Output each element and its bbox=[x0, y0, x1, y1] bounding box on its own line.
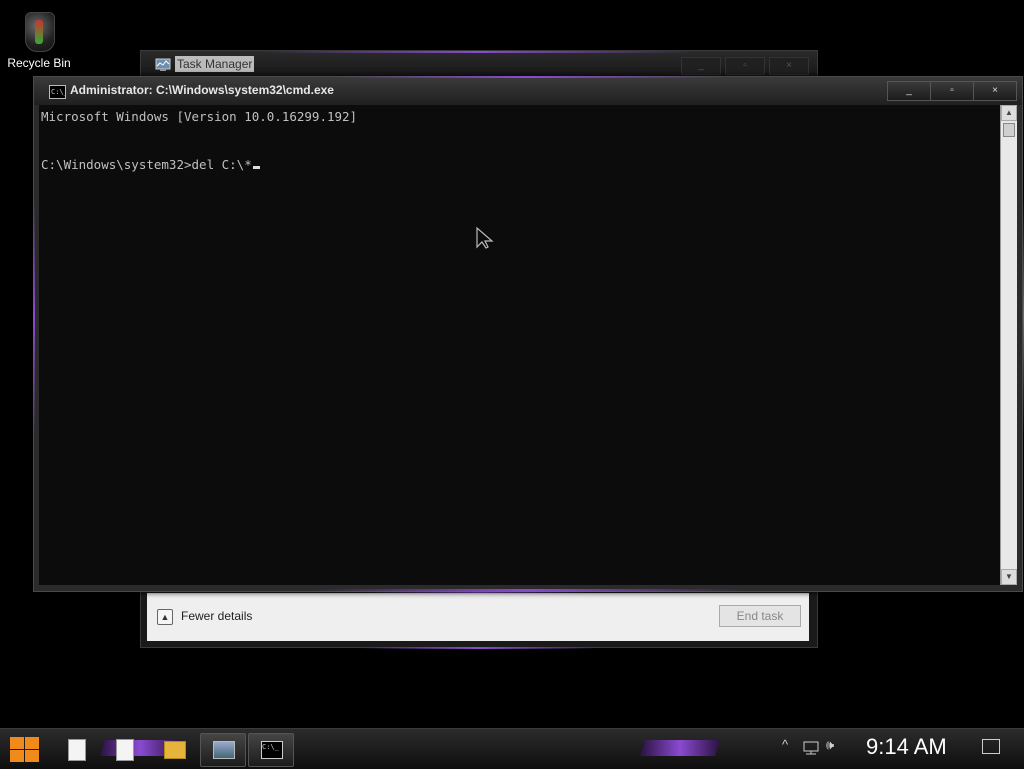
task-manager-minimize-button[interactable]: _ bbox=[681, 57, 721, 75]
taskbar-task-manager-button[interactable] bbox=[200, 733, 246, 767]
folder-icon bbox=[164, 741, 186, 759]
task-manager-icon bbox=[155, 58, 171, 71]
taskbar-clock[interactable]: 9:14 AM bbox=[866, 734, 947, 760]
cmd-window: C:\_ Administrator: C:\Windows\system32\… bbox=[33, 76, 1024, 592]
recycle-bin-desktop-icon[interactable]: Recycle Bin bbox=[4, 6, 74, 70]
cmd-app-icon: C:\_ bbox=[49, 85, 66, 99]
task-manager-maximize-button[interactable]: ▫ bbox=[725, 57, 765, 75]
network-icon[interactable] bbox=[802, 740, 820, 756]
document-icon bbox=[68, 739, 86, 761]
cmd-icon: C:\_ bbox=[261, 741, 283, 759]
start-button[interactable] bbox=[8, 735, 40, 763]
cmd-vertical-scrollbar[interactable]: ▲ ▼ bbox=[1000, 105, 1017, 585]
task-manager-footer: ▲ Fewer details End task bbox=[147, 590, 809, 641]
task-manager-titlebar[interactable]: Task Manager _ ▫ × bbox=[141, 51, 817, 79]
task-manager-icon bbox=[213, 741, 235, 759]
scrollbar-thumb[interactable] bbox=[1003, 123, 1015, 137]
recycle-bin-icon bbox=[21, 6, 57, 52]
task-manager-title: Task Manager bbox=[175, 56, 255, 72]
console-line-version: Microsoft Windows [Version 10.0.16299.19… bbox=[41, 109, 358, 124]
taskbar-document-button[interactable] bbox=[56, 733, 100, 765]
start-logo-icon bbox=[10, 737, 24, 749]
recycle-bin-label: Recycle Bin bbox=[7, 56, 71, 70]
cmd-title: Administrator: C:\Windows\system32\cmd.e… bbox=[70, 83, 334, 97]
mouse-pointer-icon bbox=[476, 227, 494, 249]
document-icon bbox=[116, 739, 134, 761]
fewer-details-chevron-icon[interactable]: ▲ bbox=[157, 609, 173, 625]
tray-chevron-icon[interactable]: ^ bbox=[782, 737, 788, 752]
scroll-down-arrow-icon[interactable]: ▼ bbox=[1001, 569, 1017, 585]
scroll-up-arrow-icon[interactable]: ▲ bbox=[1001, 105, 1017, 121]
cmd-titlebar[interactable]: C:\_ Administrator: C:\Windows\system32\… bbox=[34, 77, 1022, 105]
cmd-minimize-button[interactable]: _ bbox=[887, 81, 931, 101]
taskbar-cmd-button[interactable]: C:\_ bbox=[248, 733, 294, 767]
text-cursor bbox=[252, 166, 260, 169]
cmd-close-button[interactable]: × bbox=[973, 81, 1017, 101]
action-center-notification-icon[interactable] bbox=[982, 739, 1000, 754]
task-manager-close-button[interactable]: × bbox=[769, 57, 809, 75]
console-prompt-text: C:\Windows\system32>del C:\* bbox=[41, 157, 252, 172]
console-output[interactable]: Microsoft Windows [Version 10.0.16299.19… bbox=[39, 105, 1003, 585]
volume-icon[interactable]: 🕪 bbox=[826, 737, 834, 753]
taskbar-document-button-2[interactable] bbox=[104, 733, 148, 765]
console-prompt-line: C:\Windows\system32>del C:\* bbox=[41, 153, 1003, 177]
cmd-maximize-button[interactable]: ▫ bbox=[930, 81, 974, 101]
end-task-button[interactable]: End task bbox=[719, 605, 801, 627]
fewer-details-link[interactable]: Fewer details bbox=[181, 609, 252, 623]
taskbar: C:\_ ^ 🕪 9:14 AM bbox=[0, 728, 1024, 769]
taskbar-file-explorer-button[interactable] bbox=[152, 733, 196, 765]
